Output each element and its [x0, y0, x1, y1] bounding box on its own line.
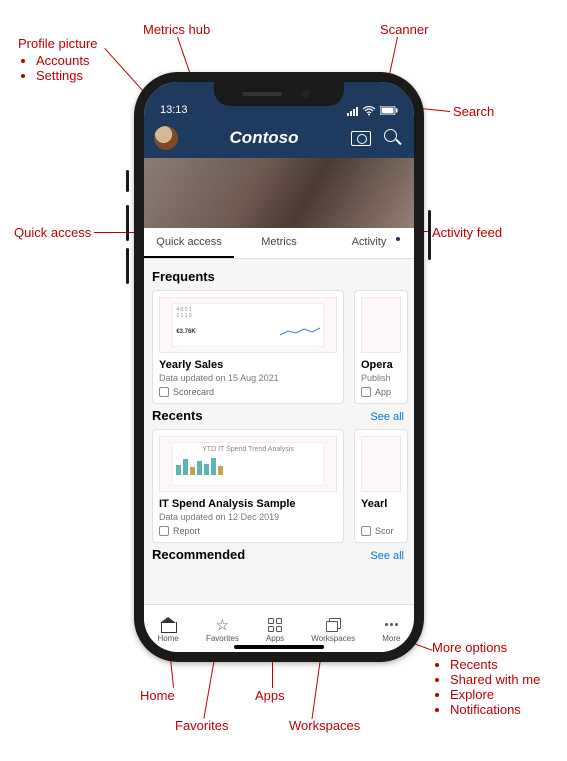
brand-title: Contoso	[188, 128, 340, 148]
apps-icon	[268, 618, 282, 632]
hero-image	[144, 158, 414, 228]
nav-label: Favorites	[206, 634, 239, 643]
annotation-quick-access: Quick access	[14, 225, 91, 240]
nav-label: More	[382, 634, 400, 643]
phone-frame: 13:13 Contoso Quick access Metrics Activ…	[134, 72, 424, 662]
annotation-activity-feed: Activity feed	[432, 225, 502, 240]
nav-label: Apps	[266, 634, 284, 643]
profile-avatar[interactable]	[154, 126, 178, 150]
card-title: Yearly Sales	[159, 359, 337, 371]
camera-icon	[351, 131, 371, 146]
annotation-scanner: Scanner	[380, 22, 428, 37]
home-indicator	[234, 645, 324, 649]
card-yearly-sales[interactable]: 4 0 0 12 1 1 0€3.76K Yearly Sales Data u…	[152, 290, 344, 404]
card-thumbnail	[361, 436, 401, 492]
nav-favorites[interactable]: ☆Favorites	[206, 617, 239, 643]
leader-line	[104, 48, 145, 93]
tab-metrics[interactable]: Metrics	[234, 228, 324, 258]
tab-activity-label: Activity	[352, 236, 387, 248]
section-title-recommended: Recommended	[152, 547, 245, 562]
annotation-favorites: Favorites	[175, 718, 228, 733]
see-all-recents[interactable]: See all	[370, 411, 404, 423]
top-bar: Contoso	[144, 118, 414, 158]
workspaces-icon	[326, 618, 341, 631]
nav-label: Home	[158, 634, 179, 643]
tab-bar: Quick access Metrics Activity	[144, 228, 414, 259]
content-area: Frequents 4 0 0 12 1 1 0€3.76K Yearly Sa…	[144, 259, 414, 615]
recents-cards[interactable]: YTD IT Spend Trend Analysis IT Spend Ana…	[152, 429, 414, 543]
phone-side-button	[126, 248, 129, 284]
frequents-cards[interactable]: 4 0 0 12 1 1 0€3.76K Yearly Sales Data u…	[152, 290, 414, 404]
tab-activity[interactable]: Activity	[324, 228, 414, 258]
search-button[interactable]	[382, 127, 404, 149]
card-type: Scorecard	[159, 387, 337, 397]
search-icon	[384, 129, 402, 147]
see-all-recommended[interactable]: See all	[370, 550, 404, 562]
annotation-more: More options RecentsShared with meExplor…	[432, 640, 540, 717]
scorecard-icon	[159, 387, 169, 397]
status-time: 13:13	[160, 104, 188, 116]
annotation-workspaces: Workspaces	[289, 718, 360, 733]
card-thumbnail	[361, 297, 401, 353]
signal-icon	[347, 106, 358, 116]
wifi-icon	[362, 106, 376, 116]
card-title: Opera	[361, 359, 401, 371]
annotation-search: Search	[453, 104, 494, 119]
report-icon	[159, 526, 169, 536]
card-thumbnail: YTD IT Spend Trend Analysis	[159, 436, 337, 492]
nav-workspaces[interactable]: Workspaces	[311, 617, 355, 643]
annotation-home: Home	[140, 688, 175, 703]
nav-more[interactable]: More	[382, 617, 400, 643]
tab-quick-access[interactable]: Quick access	[144, 228, 234, 258]
card-partial-yearly[interactable]: Yearl Scor	[354, 429, 408, 543]
card-type: Scor	[361, 526, 401, 536]
nav-apps[interactable]: Apps	[266, 617, 284, 643]
scorecard-icon	[361, 526, 371, 536]
nav-label: Workspaces	[311, 634, 355, 643]
card-subtitle: Data updated on 15 Aug 2021	[159, 373, 337, 383]
card-title: IT Spend Analysis Sample	[159, 498, 337, 510]
phone-side-button	[126, 205, 129, 241]
scanner-button[interactable]	[350, 127, 372, 149]
card-subtitle: Data updated on 12 Dec 2019	[159, 512, 337, 522]
battery-icon	[380, 106, 398, 115]
phone-side-button	[126, 170, 129, 192]
section-title-recents: Recents	[152, 408, 203, 423]
annotation-metrics-hub: Metrics hub	[143, 22, 210, 37]
phone-notch	[214, 82, 344, 106]
app-icon	[361, 387, 371, 397]
card-type: App	[361, 387, 401, 397]
card-type: Report	[159, 526, 337, 536]
home-icon	[160, 618, 176, 632]
card-thumbnail: 4 0 0 12 1 1 0€3.76K	[159, 297, 337, 353]
annotation-apps: Apps	[255, 688, 285, 703]
card-title: Yearl	[361, 498, 401, 510]
card-subtitle: Publish	[361, 373, 401, 383]
more-icon	[385, 623, 398, 626]
section-title-frequents: Frequents	[152, 269, 414, 284]
phone-side-button	[428, 210, 431, 260]
activity-dot-icon	[396, 237, 400, 241]
nav-home[interactable]: Home	[158, 617, 179, 643]
annotation-profile: Profile picture AccountsSettings	[18, 36, 97, 83]
card-partial-opera[interactable]: Opera Publish App	[354, 290, 408, 404]
card-it-spend[interactable]: YTD IT Spend Trend Analysis IT Spend Ana…	[152, 429, 344, 543]
bottom-nav: Home ☆Favorites Apps Workspaces More	[144, 604, 414, 652]
star-icon: ☆	[213, 617, 231, 633]
card-subtitle	[361, 512, 401, 522]
